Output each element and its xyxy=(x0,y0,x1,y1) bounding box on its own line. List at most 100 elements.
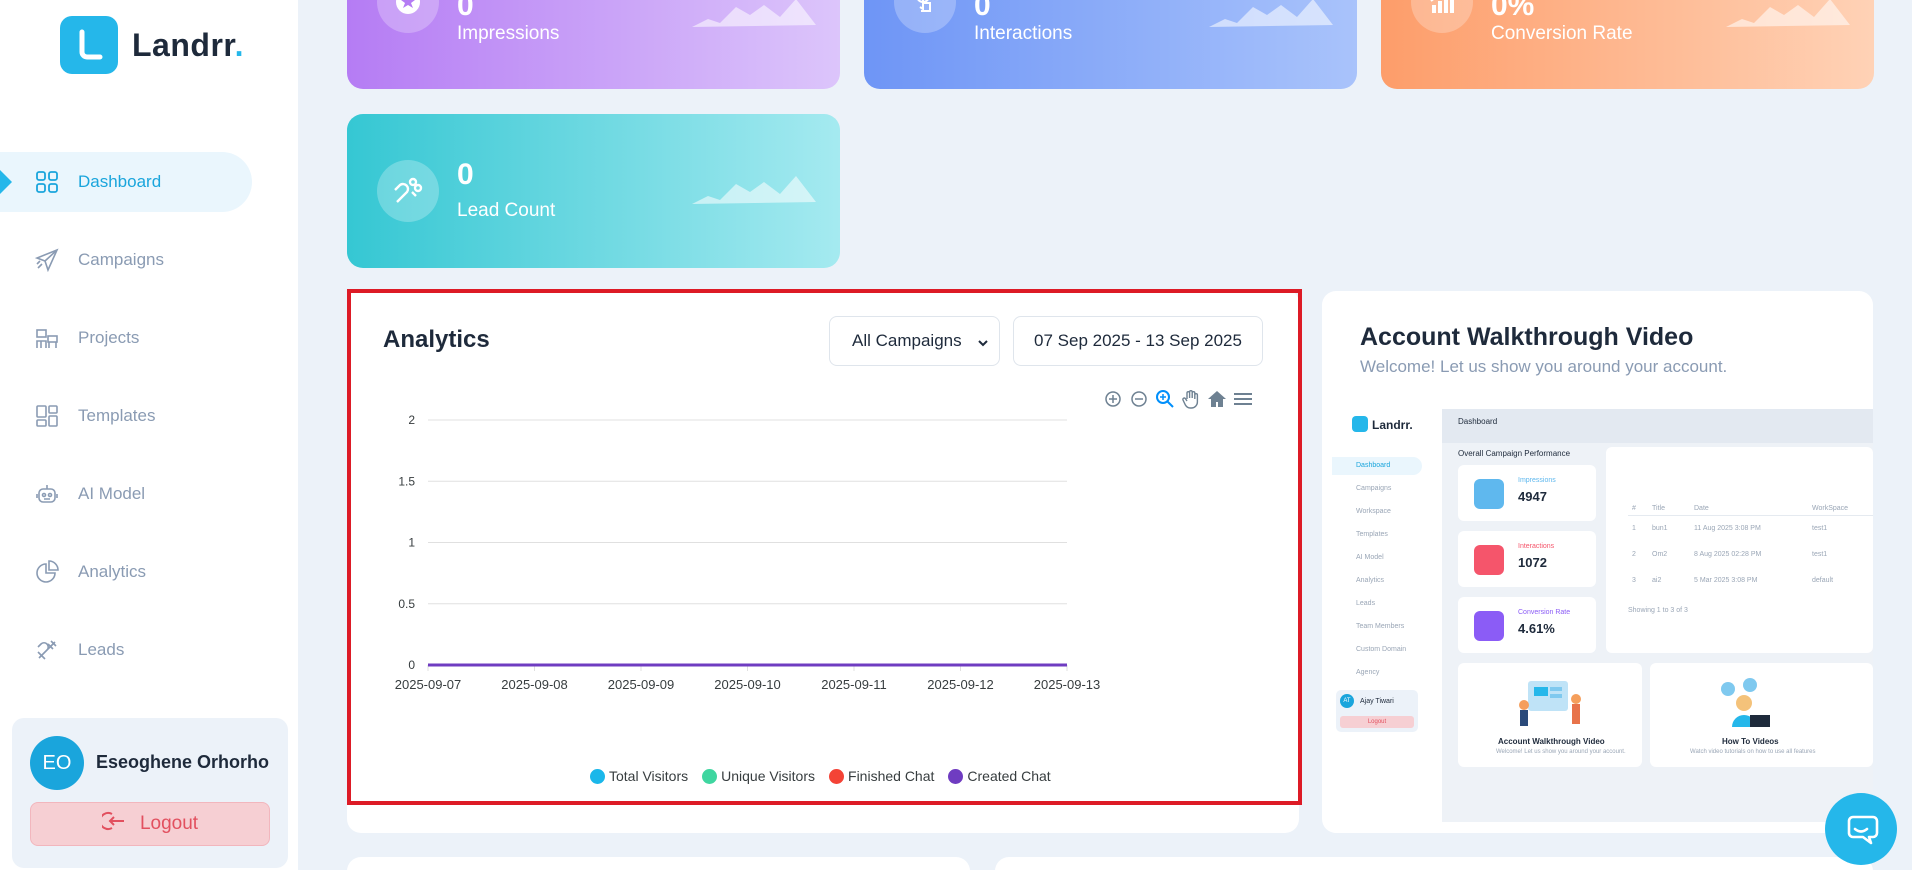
chat-icon xyxy=(1841,809,1881,850)
growth-chart-icon xyxy=(1411,0,1473,33)
legend-label: Unique Visitors xyxy=(721,768,816,784)
y-tick-label: 0 xyxy=(408,658,415,672)
preview-stat-value: 4.61% xyxy=(1518,621,1555,636)
bottom-card xyxy=(347,857,970,870)
campaign-select[interactable]: All Campaigns xyxy=(829,316,1000,366)
preview-logo-icon xyxy=(1352,416,1368,432)
stat-card-conversion-rate: 0% Conversion Rate xyxy=(1381,0,1874,89)
preview-nav-item: Dashboard xyxy=(1356,462,1391,469)
x-tick-label: 2025-09-11 xyxy=(821,677,887,692)
preview-tile: Account Walkthrough Video Welcome! Let u… xyxy=(1458,663,1642,767)
legend-marker xyxy=(948,768,964,784)
preview-table-cell: 8 Aug 2025 02:28 PM xyxy=(1694,551,1762,558)
preview-header: Dashboard xyxy=(1458,417,1498,426)
sidebar-item-label: AI Model xyxy=(78,484,146,503)
walkthrough-video[interactable]: Landrr. Dashboard Campaigns Workspace Te… xyxy=(1332,409,1873,833)
bottom-card xyxy=(995,857,1873,870)
preview-stat-value: 1072 xyxy=(1518,555,1547,570)
preview-nav-item: Leads xyxy=(1356,600,1376,607)
x-tick-label: 2025-09-09 xyxy=(608,677,675,692)
user-card: EO Eseoghene Orhorho Logout xyxy=(12,718,288,868)
sidebar-nav: Dashboard Campaigns Projects Templates A… xyxy=(0,152,298,698)
robot-icon xyxy=(34,481,60,507)
logout-icon xyxy=(99,810,126,838)
y-tick-label: 2 xyxy=(408,413,415,427)
legend-label: Total Visitors xyxy=(609,768,689,784)
walkthrough-card: Account Walkthrough Video Welcome! Let u… xyxy=(1322,291,1873,833)
preview-stat-label: Impressions xyxy=(1518,477,1556,484)
preview-stat-label: Interactions xyxy=(1518,543,1555,550)
logo-icon xyxy=(60,16,118,74)
preview-table-header: WorkSpace xyxy=(1812,505,1849,512)
preview-table-footer: Showing 1 to 3 of 3 xyxy=(1628,607,1688,614)
preview-table-cell: 5 Mar 2025 3:08 PM xyxy=(1694,577,1758,584)
preview-stat-card: Conversion Rate 4.61% xyxy=(1458,597,1596,653)
how-to-illustration xyxy=(1721,678,1770,727)
preview-nav-item: Templates xyxy=(1356,531,1388,538)
preview-section-title: Overall Campaign Performance xyxy=(1458,449,1571,458)
user-name: Eseoghene Orhorho xyxy=(96,752,270,772)
stat-value: 0 xyxy=(457,158,474,191)
chat-support-button[interactable] xyxy=(1825,793,1897,865)
preview-stat-card: Interactions 1072 xyxy=(1458,531,1596,587)
stat-label: Interactions xyxy=(974,23,1073,44)
x-tick-label: 2025-09-10 xyxy=(714,677,781,692)
sidebar-item-leads[interactable]: Leads xyxy=(0,620,298,680)
legend-marker xyxy=(702,768,718,784)
preview-avatar: AT xyxy=(1340,694,1354,708)
preview-table-cell: 11 Aug 2025 3:08 PM xyxy=(1694,525,1761,532)
y-tick-label: 1.5 xyxy=(398,474,415,488)
preview-nav-item: Agency xyxy=(1356,669,1380,676)
sidebar-item-templates[interactable]: Templates xyxy=(0,386,298,446)
paper-plane-icon xyxy=(34,247,60,273)
analytics-title: Analytics xyxy=(383,326,490,353)
date-range-picker[interactable]: 07 Sep 2025 - 13 Sep 2025 xyxy=(1013,316,1263,366)
logout-button[interactable]: Logout xyxy=(30,802,270,846)
preview-tile-title: How To Videos xyxy=(1722,737,1779,746)
preview-table-cell: 1 xyxy=(1632,525,1636,532)
pie-chart-icon xyxy=(34,559,60,585)
sidebar-item-ai-model[interactable]: AI Model xyxy=(0,464,298,524)
legend-label: Created Chat xyxy=(967,768,1051,784)
legend-item[interactable]: Created Chat xyxy=(948,768,1051,784)
preview-nav-item: Workspace xyxy=(1356,508,1391,515)
preview-eye-icon xyxy=(1474,479,1504,509)
stat-value: 0 xyxy=(457,0,474,22)
legend-item[interactable]: Finished Chat xyxy=(829,768,934,784)
x-tick-label: 2025-09-13 xyxy=(1034,677,1101,692)
walkthrough-title: Account Walkthrough Video xyxy=(1360,323,1694,351)
analytics-line-chart: 0 0.5 1 1.5 2 2025-09-07 2025-09-08 2025-09-09 2… xyxy=(395,413,1101,692)
preview-sidebar: Landrr. Dashboard Campaigns Workspace Te… xyxy=(1332,409,1442,833)
legend-marker xyxy=(590,768,605,784)
sparkline-decoration xyxy=(692,176,816,204)
preview-stat-label: Conversion Rate xyxy=(1518,609,1571,616)
sidebar-item-dashboard[interactable]: Dashboard xyxy=(0,152,252,212)
brand-logo[interactable]: Landrr. xyxy=(60,16,244,74)
chevron-down-icon xyxy=(977,334,989,354)
stat-card-lead-count: 0 Lead Count xyxy=(347,114,840,268)
preview-nav-item: Team Members xyxy=(1356,623,1405,630)
sidebar-item-label: Leads xyxy=(78,640,125,659)
sidebar-item-label: Templates xyxy=(78,406,156,425)
legend-item[interactable]: Total Visitors xyxy=(590,768,688,784)
preview-nav-item: AI Model xyxy=(1356,554,1384,561)
sidebar-item-label: Campaigns xyxy=(78,250,164,269)
sidebar-item-campaigns[interactable]: Campaigns xyxy=(0,230,298,290)
preview-tile-sub: Watch video tutorials on how to use all … xyxy=(1690,749,1816,755)
preview-table-cell: ai2 xyxy=(1652,577,1662,584)
legend-item[interactable]: Unique Visitors xyxy=(702,768,815,784)
walkthrough-illustration xyxy=(1519,681,1581,726)
date-range-value: 07 Sep 2025 - 13 Sep 2025 xyxy=(1034,331,1242,350)
sidebar-item-label: Projects xyxy=(78,328,140,347)
preview-table-header: Date xyxy=(1694,505,1709,512)
preview-table-cell: default xyxy=(1812,577,1834,584)
avatar[interactable]: EO xyxy=(30,736,84,790)
sidebar-item-label: Analytics xyxy=(78,562,147,581)
preview-table-card: # Title Date WorkSpace 1 bun1 11 Aug 202… xyxy=(1606,447,1873,653)
preview-table-cell: test1 xyxy=(1812,525,1828,532)
workspace-icon xyxy=(34,325,60,351)
star-badge-icon xyxy=(377,0,439,33)
preview-tile-title: Account Walkthrough Video xyxy=(1498,737,1605,746)
sidebar-item-analytics[interactable]: Analytics xyxy=(0,542,298,602)
sidebar-item-projects[interactable]: Projects xyxy=(0,308,298,368)
